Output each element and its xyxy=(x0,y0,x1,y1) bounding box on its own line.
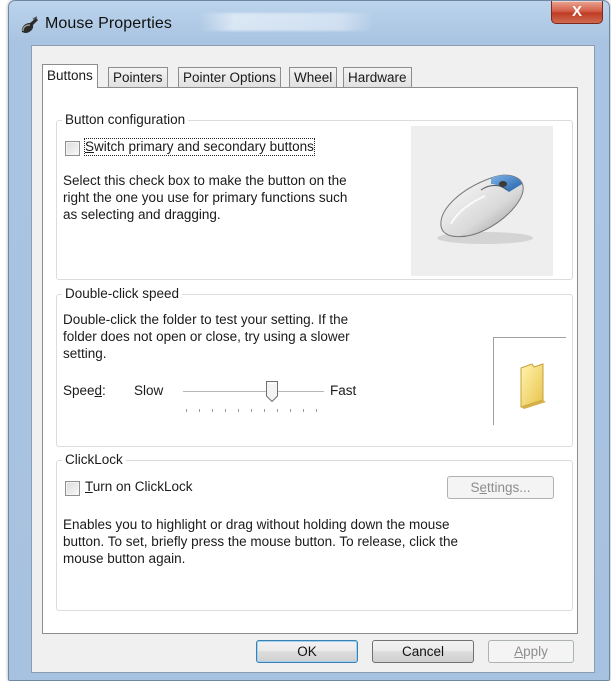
speed-slider-thumb[interactable] xyxy=(266,381,278,402)
clicklock-label[interactable]: Turn on ClickLock xyxy=(85,479,193,495)
slow-label: Slow xyxy=(134,383,164,398)
group-title-double-click-speed: Double-click speed xyxy=(62,286,183,302)
group-title-clicklock: ClickLock xyxy=(62,452,126,468)
tab-pointers[interactable]: Pointers xyxy=(108,67,168,87)
background-window-ghost xyxy=(199,13,374,31)
button-configuration-description: Select this check box to make the button… xyxy=(63,173,348,222)
clicklock-checkbox[interactable] xyxy=(65,481,80,496)
folder-icon xyxy=(520,363,546,409)
tab-pointer-options[interactable]: Pointer Options xyxy=(178,67,282,87)
speed-label: Speed: xyxy=(63,383,106,398)
cancel-button[interactable]: Cancel xyxy=(372,640,474,663)
apply-button[interactable]: Apply xyxy=(488,640,574,663)
title-bar[interactable]: Mouse Properties X xyxy=(9,1,609,45)
tab-wheel[interactable]: Wheel xyxy=(289,67,338,87)
window-title: Mouse Properties xyxy=(45,15,172,32)
group-title-button-configuration: Button configuration xyxy=(62,112,189,128)
buttons-tab-panel: Button configuration Switch primary and … xyxy=(42,87,578,634)
speed-slider-track[interactable] xyxy=(183,391,324,393)
dialog-client-area: Buttons Pointers Pointer Options Wheel H… xyxy=(31,45,595,673)
speed-slider-ticks xyxy=(186,409,317,412)
close-icon: X xyxy=(571,3,582,20)
mouse-image xyxy=(411,126,553,276)
tab-hardware[interactable]: Hardware xyxy=(343,67,412,87)
switch-buttons-label[interactable]: Switch primary and secondary buttons xyxy=(84,138,315,156)
switch-buttons-checkbox[interactable] xyxy=(65,141,80,156)
fast-label: Fast xyxy=(330,383,357,398)
tab-buttons[interactable]: Buttons xyxy=(42,64,98,88)
mouse-pointer-icon xyxy=(21,16,38,33)
clicklock-description: Enables you to highlight or drag without… xyxy=(63,517,458,566)
close-button[interactable]: X xyxy=(551,1,603,24)
double-click-description: Double-click the folder to test your set… xyxy=(63,312,350,361)
mouse-icon xyxy=(437,174,533,244)
mouse-properties-window: Mouse Properties X Buttons Pointers Poin… xyxy=(8,0,610,681)
clicklock-settings-button[interactable]: Settings... xyxy=(447,476,554,499)
ok-button[interactable]: OK xyxy=(256,640,358,663)
double-click-test-area[interactable] xyxy=(493,337,566,425)
